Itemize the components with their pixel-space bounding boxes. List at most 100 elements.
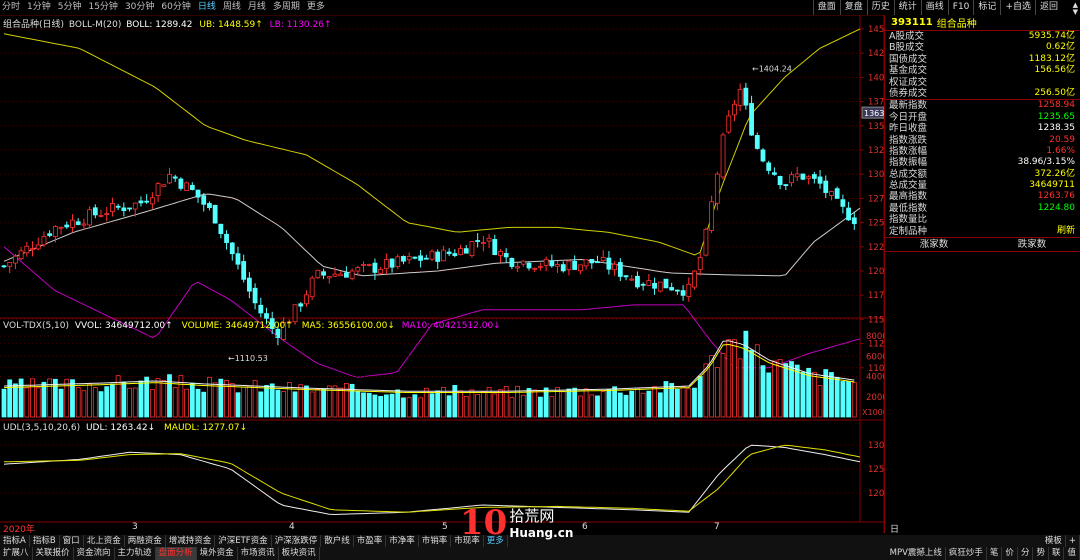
volume-bar: [635, 387, 640, 418]
volume-bar: [458, 390, 463, 418]
volume-bar: [138, 380, 144, 418]
candle-body: [229, 242, 235, 255]
info-tab[interactable]: 主力轨迹: [115, 547, 156, 560]
stat-label: 最新指数: [889, 100, 928, 112]
volume-bar: [652, 386, 657, 418]
indicator-tab[interactable]: 市净率: [386, 535, 419, 547]
tool-button[interactable]: 标记: [973, 0, 1000, 15]
tool-button[interactable]: 统计: [893, 0, 921, 15]
tool-button[interactable]: 画线: [920, 0, 948, 15]
period-tab[interactable]: 15分钟: [88, 1, 117, 14]
udl-indicator-name[interactable]: UDL(3,5,10,20,6): [3, 423, 80, 433]
info-tab[interactable]: 资金流向: [74, 547, 115, 560]
tool-button[interactable]: 返回: [1034, 0, 1062, 15]
info-tab[interactable]: 扩展八: [0, 547, 33, 560]
tool-button[interactable]: +自选: [1000, 0, 1035, 15]
candle-body: [18, 250, 24, 260]
period-tab[interactable]: 30分钟: [125, 1, 154, 14]
volume-bar: [64, 378, 70, 418]
candle-body: [235, 253, 241, 265]
period-tab[interactable]: 日线: [198, 1, 216, 14]
indicator-tab[interactable]: 窗口: [60, 535, 84, 547]
volume-bar: [572, 387, 578, 418]
quick-tab[interactable]: 值: [1064, 547, 1080, 560]
tool-button[interactable]: F10: [947, 0, 974, 15]
info-tab[interactable]: 关联报价: [33, 547, 74, 560]
period-tab[interactable]: 更多: [307, 1, 325, 14]
info-tab[interactable]: 盘面分析: [155, 547, 197, 560]
indicator-tab[interactable]: 散户线: [321, 535, 354, 547]
kline-chart[interactable]: 1450 1425 1400 1375 1350 1325 1300 1275 1250 1225…: [0, 15, 893, 533]
vol-header: VOL-TDX(5,10) VVOL: 34649712.00↑ VOLUME:…: [3, 321, 501, 331]
quick-tab[interactable]: 价: [1002, 547, 1018, 560]
candle-body: [81, 223, 87, 226]
period-tab[interactable]: 多周期: [273, 1, 300, 14]
candle-body: [441, 249, 446, 262]
template-button[interactable]: 模板: [1042, 535, 1066, 547]
tool-button[interactable]: 历史: [866, 0, 894, 15]
candle-body: [132, 202, 138, 210]
vol-unit-label: X1000: [862, 408, 884, 417]
template-button[interactable]: +: [1066, 535, 1080, 547]
candle-body: [212, 204, 218, 224]
period-tab[interactable]: 5分钟: [58, 1, 82, 14]
period-tab[interactable]: 分时: [2, 1, 20, 14]
tool-button[interactable]: 复盘: [839, 0, 867, 15]
vol-indicator-name[interactable]: VOL-TDX(5,10): [3, 321, 69, 331]
period-tab[interactable]: 周线: [223, 1, 241, 14]
vol-tick-label: 60000: [866, 352, 884, 362]
candle-body: [486, 237, 492, 242]
quick-tab[interactable]: MPV震撼上线: [887, 547, 946, 560]
quick-tab[interactable]: 疯狂炒手: [946, 547, 987, 560]
candle-body: [760, 149, 766, 162]
indicator-tab[interactable]: 两融资金: [125, 535, 166, 547]
quick-tab[interactable]: 笔: [987, 547, 1003, 560]
tool-button[interactable]: 盘面: [812, 0, 840, 15]
stat-label: 指数量比: [889, 214, 928, 226]
candle-body: [657, 281, 663, 292]
price-tick-label: 1350: [868, 122, 884, 132]
indicator-tab[interactable]: 沪深ETF资金: [215, 535, 272, 547]
volume-bar: [309, 391, 315, 418]
info-tab[interactable]: 市场资讯: [238, 547, 279, 560]
volume-bar: [361, 392, 366, 418]
indicator-tab[interactable]: 市盈率: [354, 535, 387, 547]
candle-body: [829, 191, 834, 196]
volume-bar: [110, 383, 115, 418]
main-title: 组合品种(日线): [3, 20, 65, 30]
stat-label: 总成交额: [889, 168, 928, 180]
volume-bar: [846, 381, 851, 418]
volume-bar: [184, 388, 190, 418]
quick-tab[interactable]: 分: [1018, 547, 1034, 560]
candle-body: [435, 251, 441, 262]
stat-value[interactable]: 刷新: [1057, 226, 1075, 237]
stat-label: 国债成交: [889, 53, 928, 65]
info-tab[interactable]: 境外资金: [197, 547, 238, 560]
price-tick-label: 1325: [868, 146, 884, 156]
boll-indicator-name[interactable]: BOLL-M(20): [69, 20, 121, 30]
stat-value: 256.50亿: [1034, 87, 1076, 98]
quick-tab[interactable]: 势: [1033, 547, 1049, 560]
volume-bar: [207, 376, 212, 418]
candle-body: [115, 205, 121, 208]
candle-body: [201, 195, 207, 205]
indicator-tab[interactable]: 沪深涨跌停: [272, 535, 322, 547]
period-tab[interactable]: 月线: [248, 1, 266, 14]
stat-label: 最高指数: [889, 191, 928, 203]
vol-tick-label: 80000: [866, 332, 884, 342]
period-tab[interactable]: 60分钟: [161, 1, 190, 14]
info-tab[interactable]: 板块资讯: [279, 547, 320, 560]
quick-tab[interactable]: 联: [1049, 547, 1065, 560]
indicator-tab[interactable]: 北上资金: [84, 535, 125, 547]
volume-bar: [577, 395, 583, 418]
volume-bar: [435, 390, 441, 418]
indicator-tab[interactable]: 市销率: [419, 535, 452, 547]
stat-label: 债券成交: [889, 87, 928, 99]
stat-value: 38.96/3.15%: [1017, 157, 1075, 168]
candle-body: [7, 262, 13, 267]
volume-bar: [486, 387, 492, 418]
period-tab[interactable]: 1分钟: [27, 1, 51, 14]
indicator-tab[interactable]: 指标B: [30, 535, 60, 547]
indicator-tab[interactable]: 增减持资金: [166, 535, 216, 547]
indicator-tab[interactable]: 指标A: [0, 535, 30, 547]
